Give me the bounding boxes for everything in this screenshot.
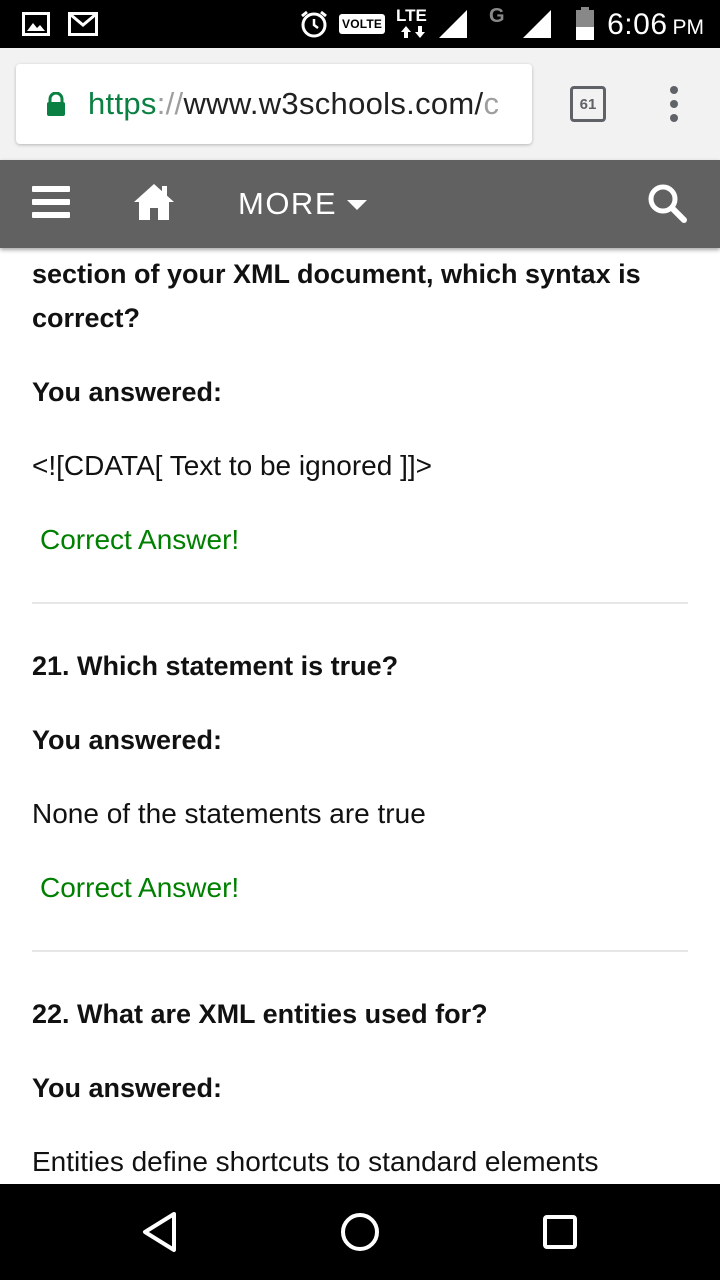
tab-switcher-button[interactable]: 61 [570,86,606,122]
status-bar: VOLTE LTE G 6:06 PM [0,0,720,48]
browser-toolbar: https://www.w3schools.com/c 61 [0,48,720,160]
kebab-dot-icon [670,100,678,108]
recents-button[interactable] [536,1208,584,1256]
home-button[interactable] [336,1208,384,1256]
system-navigation-bar [0,1184,720,1280]
caret-down-icon [347,200,367,210]
url-host: www.w3schools.com/ [183,86,484,121]
url-bar[interactable]: https://www.w3schools.com/c [16,64,532,144]
more-menu-button[interactable]: MORE [238,160,367,248]
question-21-text: 21. Which statement is true? [32,651,399,681]
url-text[interactable]: https://www.w3schools.com/c [88,64,518,144]
back-button[interactable] [136,1208,184,1256]
home-icon[interactable] [133,182,175,222]
hamburger-menu-icon[interactable] [32,186,70,218]
question-20-you-answered-label: You answered: [32,377,223,407]
volte-badge: VOLTE [339,14,386,34]
url-scheme: https [88,86,157,121]
lte-label: LTE [396,6,427,25]
recents-square-icon [543,1215,577,1249]
divider [32,950,688,952]
question-21-answer: None of the statements are true [32,798,426,829]
battery-icon [574,0,596,48]
network-type-label: G [489,5,505,27]
question-21-result: Correct Answer! [40,872,240,903]
kebab-dot-icon [670,114,678,122]
signal-strength-icon [437,0,469,48]
question-20-answer: <![CDATA[ Text to be ignored ]]> [32,450,432,481]
question-21-you-answered-label: You answered: [32,725,223,755]
question-22-text: 22. What are XML entities used for? [32,999,488,1029]
quiz-results: section of your XML document, which synt… [0,248,720,1184]
home-circle-icon [341,1213,379,1251]
clock: 6:06 PM [607,0,704,48]
lock-icon [47,92,65,116]
gallery-notification-icon [22,0,50,48]
site-navbar: MORE [0,160,720,248]
back-triangle-icon [143,1212,176,1252]
signal-strength-2-icon [521,0,553,48]
question-20-text: section of your XML document, which synt… [32,259,641,333]
divider [32,602,688,604]
kebab-dot-icon [670,86,678,94]
search-icon[interactable] [646,182,688,224]
question-22-you-answered-label: You answered: [32,1073,223,1103]
clock-ampm: PM [672,16,705,39]
gmail-notification-icon [68,0,98,48]
question-22-answer: Entities define shortcuts to standard el… [32,1146,599,1177]
url-path: c [483,86,500,121]
more-label: MORE [238,186,337,221]
browser-menu-button[interactable] [658,84,690,124]
clock-time: 6:06 [607,8,668,41]
question-20-result: Correct Answer! [40,524,240,555]
alarm-icon [299,0,329,48]
url-separator: :// [156,86,184,121]
